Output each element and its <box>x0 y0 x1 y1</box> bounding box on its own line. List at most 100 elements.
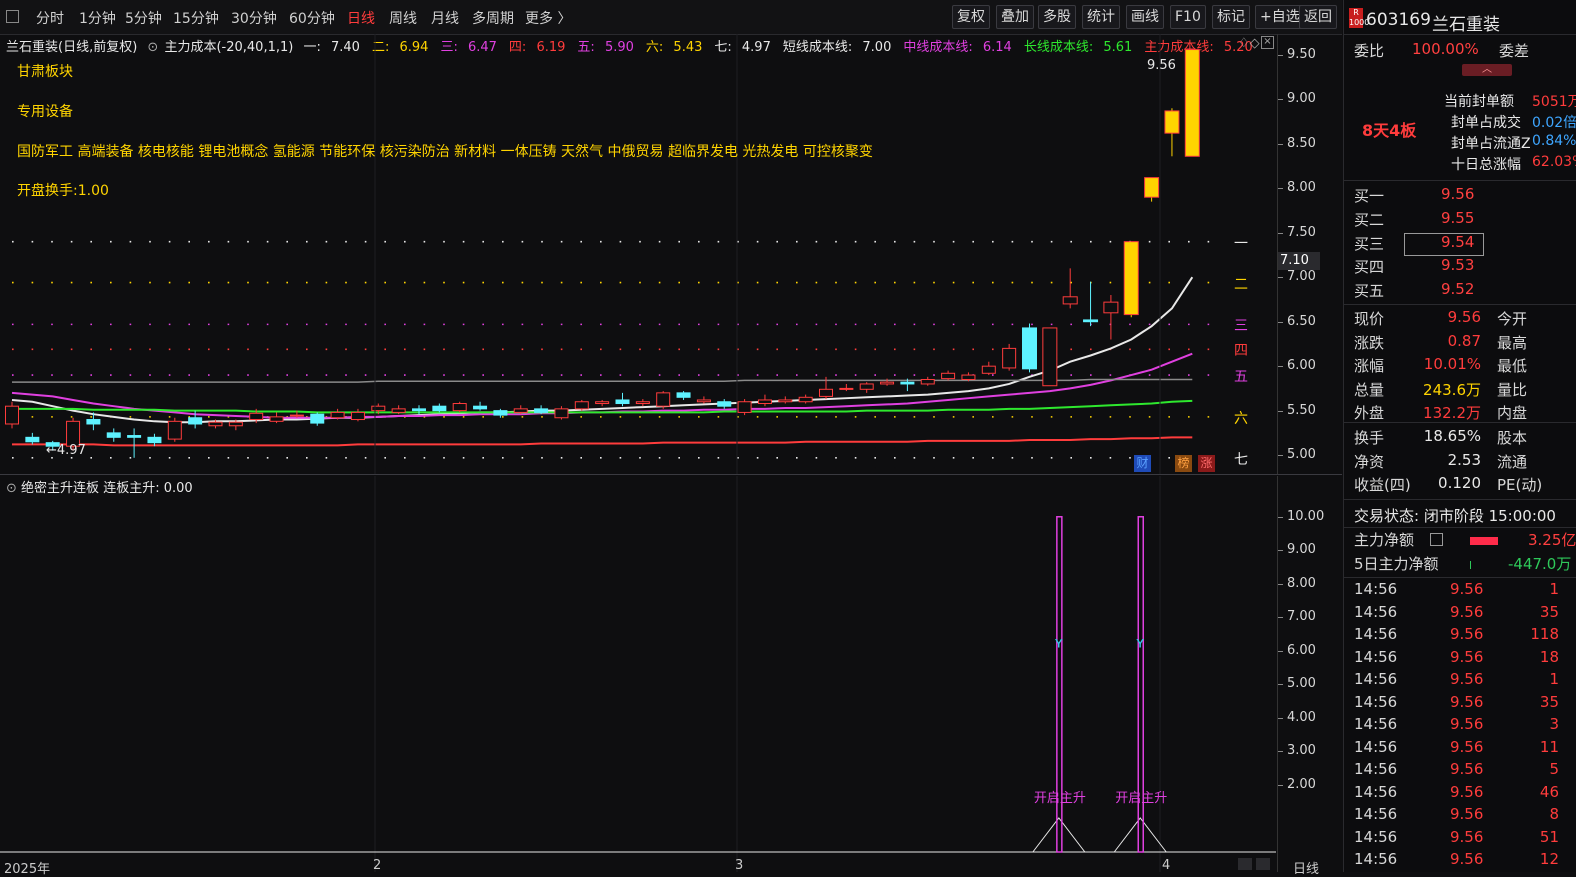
tick-volume: 35 <box>1539 692 1559 711</box>
tick-time: 14:56 <box>1354 805 1398 823</box>
period-tab-0[interactable]: 分时 <box>36 8 64 28</box>
badge-2[interactable]: 涨 <box>1198 455 1215 472</box>
tick-time: 14:56 <box>1354 625 1398 643</box>
toolbar-button-4[interactable]: 画线 <box>1126 5 1164 29</box>
main-y-tickmark-7 <box>1278 143 1283 145</box>
period-tab-5[interactable]: 60分钟 <box>289 8 335 28</box>
candle-body-55 <box>1123 241 1139 316</box>
info-icon[interactable] <box>1430 533 1443 546</box>
tick-volume: 51 <box>1539 827 1559 846</box>
period-tab-10[interactable]: 更多 〉 <box>525 8 571 28</box>
main-net-bar <box>1470 537 1498 545</box>
butterfly-icon-0: ʏ <box>1054 634 1063 652</box>
period-tab-1[interactable]: 1分钟 <box>79 8 116 28</box>
seal-label-1: 封单占成交 <box>1451 115 1521 131</box>
seal-label-2: 封单占流通Z <box>1451 136 1531 152</box>
tick-time: 14:56 <box>1354 647 1398 666</box>
candle-body-4 <box>86 419 101 425</box>
scroll-left-button[interactable] <box>1238 858 1252 870</box>
candle-body-17 <box>350 411 365 421</box>
level-mark-5: 六 <box>1234 410 1248 427</box>
ind-y-tick-8: 2.00 <box>1287 776 1316 792</box>
period-tab-9[interactable]: 多周期 <box>472 8 514 28</box>
webi-label: 委比 <box>1354 42 1385 60</box>
level-mark-2: 三 <box>1234 318 1248 335</box>
ind-y-tickmark-8 <box>1278 784 1283 786</box>
indicator-chart[interactable]: ʏ 开启主升 ʏ 开启主升 <box>0 476 1276 872</box>
seal-value-0: 5051万 <box>1532 94 1576 110</box>
collapse-toggle-button[interactable]: ︿ <box>1462 64 1512 76</box>
toolbar-button-3[interactable]: 统计 <box>1082 5 1120 29</box>
badge-1[interactable]: 榜 <box>1175 455 1192 472</box>
bid-label-3: 买四 <box>1354 258 1385 277</box>
toolbar-button-1[interactable]: 叠加 <box>996 5 1034 29</box>
tick-row: 14:56 9.56 3 <box>1344 715 1576 739</box>
seal-value-3: 62.03% <box>1532 154 1576 170</box>
ind-y-tickmark-6 <box>1278 717 1283 719</box>
period-tab-4[interactable]: 30分钟 <box>231 8 277 28</box>
candle-body-9 <box>188 417 203 425</box>
tick-row: 14:56 9.56 12 <box>1344 850 1576 872</box>
candle-body-31 <box>635 401 650 405</box>
square-icon[interactable] <box>6 10 19 23</box>
toolbar-button-7[interactable]: +自选 <box>1255 5 1305 29</box>
main-y-tickmark-2 <box>1278 366 1283 368</box>
candle-body-45 <box>920 379 935 385</box>
toolbar-button-6[interactable]: 标记 <box>1212 5 1250 29</box>
main-y-tickmark-9 <box>1278 54 1283 56</box>
main-candlestick-chart[interactable] <box>0 34 1276 474</box>
bid-label-2: 买三 <box>1354 234 1385 253</box>
quote-value-1: 0.87 <box>1447 331 1481 350</box>
tick-row: 14:56 9.56 18 <box>1344 648 1576 672</box>
candle-body-14 <box>289 414 304 417</box>
ind-y-tickmark-0 <box>1278 516 1283 518</box>
candle-body-42 <box>859 383 874 390</box>
price-tag: 7.10 <box>1278 252 1320 270</box>
period-tab-2[interactable]: 5分钟 <box>125 8 162 28</box>
concepts-label: 国防军工 高端装备 核电核能 锂电池概念 氢能源 节能环保 核污染防治 新材料 … <box>17 144 873 160</box>
tick-price: 9.56 <box>1450 805 1484 823</box>
main-y-tick-2: 6.00 <box>1287 358 1316 374</box>
tick-price: 9.56 <box>1450 737 1484 756</box>
seal-value-2: 0.84% <box>1532 133 1576 149</box>
stat-label-1: 净资 <box>1354 452 1385 471</box>
stat-right-label-2: PE(动) <box>1497 476 1543 494</box>
candle-body-44 <box>900 381 915 385</box>
tick-row: 14:56 9.56 46 <box>1344 783 1576 807</box>
ind-y-tickmark-2 <box>1278 583 1283 585</box>
period-tab-3[interactable]: 15分钟 <box>173 8 219 28</box>
candle-body-12 <box>249 412 264 421</box>
quote-value-2: 10.01% <box>1423 355 1481 373</box>
chart-divider <box>0 474 1342 475</box>
toolbar-button-5[interactable]: F10 <box>1170 5 1206 29</box>
candle-body-33 <box>676 392 691 398</box>
period-tab-8[interactable]: 月线 <box>431 8 459 28</box>
candle-body-1 <box>25 436 40 443</box>
tick-time: 14:56 <box>1354 602 1398 621</box>
toolbar-button-2[interactable]: 多股 <box>1038 5 1076 29</box>
main-y-tick-7: 8.50 <box>1287 135 1316 151</box>
weicha-label: 委差 <box>1499 42 1530 60</box>
tick-row: 14:56 9.56 1 <box>1344 580 1576 604</box>
toolbar-button-8[interactable]: 返回 <box>1299 5 1337 29</box>
indicator-y-axis: 10.00 9.00 8.00 7.00 6.00 5.00 4.00 3.00 2.00 <box>1277 476 1344 872</box>
period-tab-7[interactable]: 周线 <box>389 8 417 28</box>
scroll-right-button[interactable] <box>1256 858 1270 870</box>
candle-body-52 <box>1062 296 1078 305</box>
tick-volume: 35 <box>1539 602 1559 621</box>
tick-time: 14:56 <box>1354 670 1398 688</box>
candle-body-11 <box>228 421 243 427</box>
signal-label-0: 开启主升 <box>1034 791 1086 806</box>
tick-price: 9.56 <box>1450 647 1484 666</box>
bid-price-1: 9.55 <box>1441 208 1475 227</box>
toolbar-button-0[interactable]: 复权 <box>952 5 990 29</box>
quote-right-label-4: 内盘 <box>1497 404 1528 422</box>
tick-price: 9.56 <box>1450 670 1484 688</box>
quote-label-2: 涨幅 <box>1354 357 1385 375</box>
quote-value-3: 243.6万 <box>1423 380 1481 399</box>
period-tab-6[interactable]: 日线 <box>347 8 375 28</box>
stock-code: 603169 <box>1366 10 1431 30</box>
rong-icon: R 1000 <box>1349 8 1370 28</box>
badge-0[interactable]: 财 <box>1134 455 1151 472</box>
candle-body-48 <box>981 365 996 374</box>
